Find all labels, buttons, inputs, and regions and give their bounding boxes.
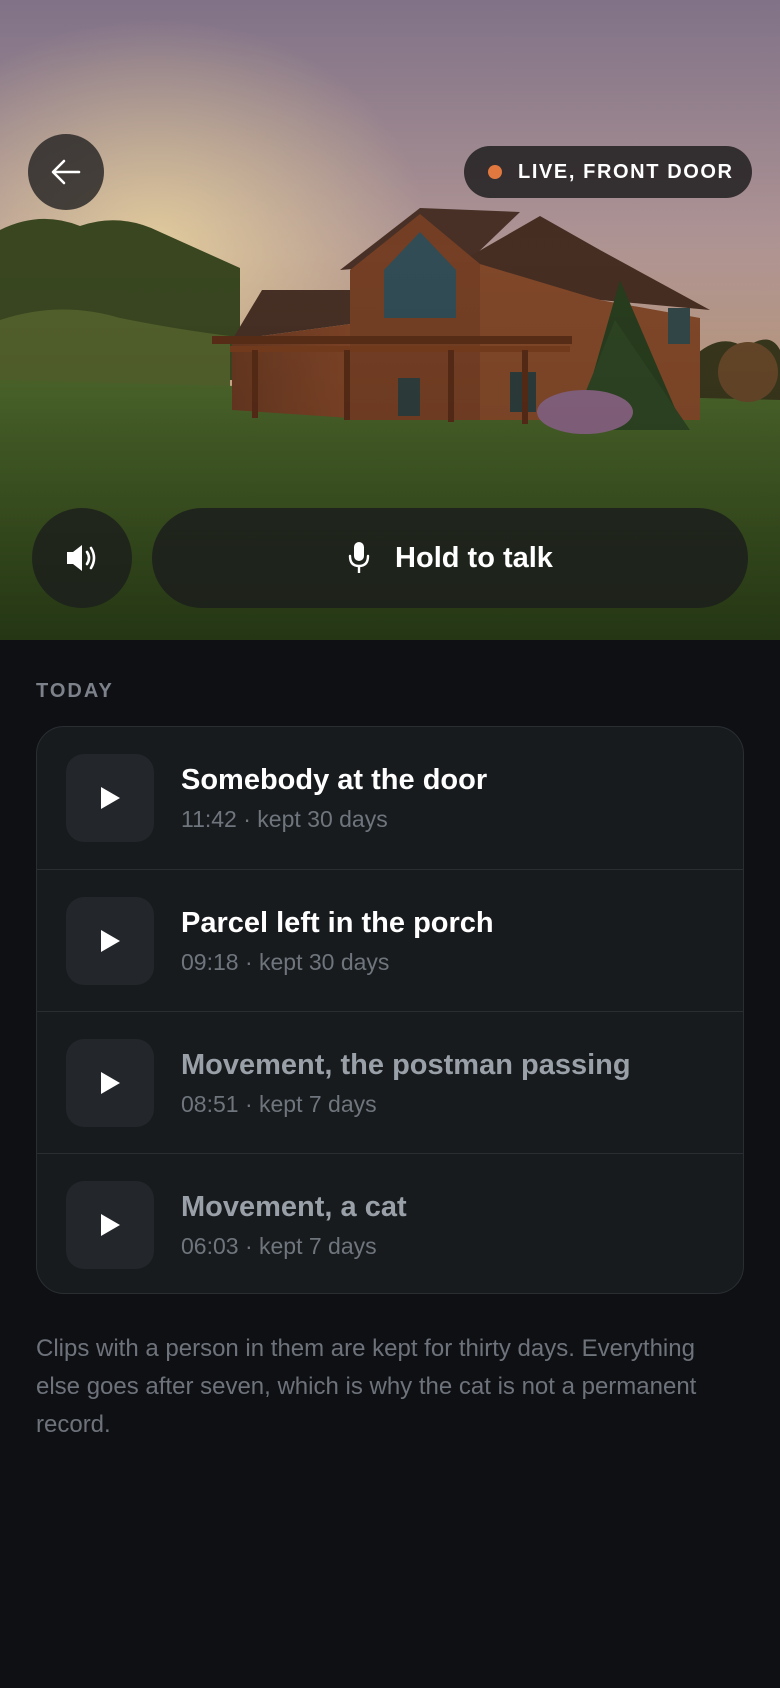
play-icon bbox=[101, 1213, 120, 1236]
clips-list: Somebody at the door 11:42 · kept 30 day… bbox=[36, 726, 744, 1294]
clip-item[interactable]: Movement, the postman passing 08:51 · ke… bbox=[37, 1011, 743, 1153]
back-button[interactable] bbox=[28, 134, 104, 210]
clip-meta: 09:18 · kept 30 days bbox=[181, 948, 390, 975]
clip-title: Movement, the postman passing bbox=[181, 1048, 631, 1081]
play-icon bbox=[101, 787, 120, 809]
play-icon bbox=[101, 929, 120, 952]
clip-item[interactable]: Somebody at the door 11:42 · kept 30 day… bbox=[37, 727, 743, 869]
doorbell-screen: LIVE, FRONT DOOR Hold to talk TODAY Some… bbox=[0, 0, 780, 1688]
live-camera-label: LIVE, FRONT DOOR bbox=[518, 160, 734, 183]
play-button[interactable] bbox=[66, 1180, 154, 1269]
clip-item[interactable]: Parcel left in the porch 09:18 · kept 30… bbox=[37, 869, 743, 1011]
volume-button[interactable] bbox=[32, 508, 132, 608]
live-indicator-dot bbox=[488, 165, 502, 179]
clip-meta: 11:42 · kept 30 days bbox=[181, 806, 388, 832]
clip-title: Movement, a cat bbox=[181, 1190, 407, 1223]
arrow-left-icon bbox=[51, 159, 81, 185]
live-camera-feed: LIVE, FRONT DOOR Hold to talk bbox=[0, 0, 780, 640]
clip-title: Parcel left in the porch bbox=[181, 906, 494, 939]
play-icon bbox=[101, 1071, 120, 1094]
clip-meta: 06:03 · kept 7 days bbox=[181, 1232, 377, 1259]
retention-note: Clips with a person in them are kept for… bbox=[36, 1335, 697, 1438]
play-button[interactable] bbox=[66, 896, 154, 985]
hold-to-talk-label: Hold to talk bbox=[395, 541, 553, 574]
clip-item[interactable]: Movement, a cat 06:03 · kept 7 days bbox=[37, 1153, 743, 1293]
microphone-icon bbox=[348, 542, 370, 573]
play-button[interactable] bbox=[66, 754, 154, 842]
live-status-badge: LIVE, FRONT DOOR bbox=[464, 146, 752, 198]
play-button[interactable] bbox=[66, 1038, 154, 1127]
clip-meta: 08:51 · kept 7 days bbox=[181, 1090, 377, 1117]
clip-title: Somebody at the door bbox=[181, 764, 488, 796]
hold-to-talk-button[interactable]: Hold to talk bbox=[152, 508, 748, 608]
section-title-today: TODAY bbox=[36, 680, 114, 702]
speaker-icon bbox=[67, 545, 96, 571]
